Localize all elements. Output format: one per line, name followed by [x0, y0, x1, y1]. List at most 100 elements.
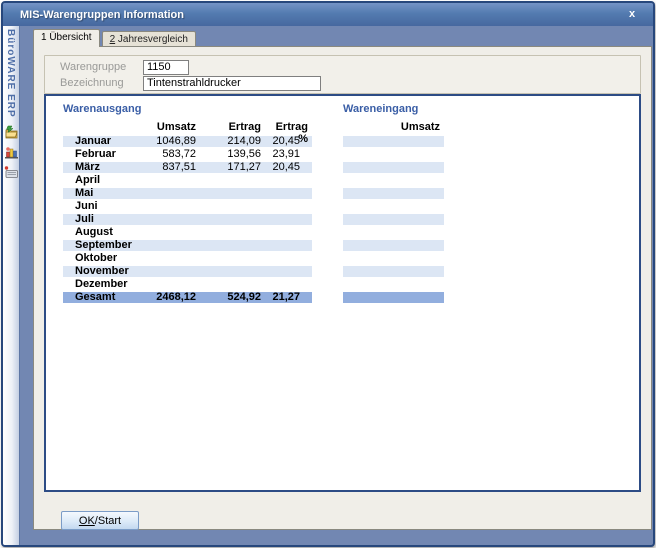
form-row-bezeichnung: Bezeichnung — [60, 75, 321, 91]
cell-umsatz — [135, 253, 198, 264]
wareneingang-row — [343, 149, 444, 160]
cell-umsatz: 2468,12 — [135, 292, 198, 303]
cell-umsatz: 583,72 — [135, 149, 198, 160]
close-icon[interactable]: x — [624, 6, 640, 22]
cell-ertrag_pct: 23,91 — [263, 149, 312, 160]
cell-month: Oktober — [63, 253, 135, 264]
warenausgang-header: Umsatz Ertrag Ertrag % — [63, 121, 312, 135]
wareneingang-row — [343, 214, 444, 225]
cell-ertrag — [198, 253, 263, 264]
warengruppe-input[interactable] — [143, 60, 189, 75]
cell-ertrag_pct — [263, 201, 312, 212]
table-row: September — [63, 240, 312, 251]
ok-rest: /Start — [95, 515, 121, 527]
wareneingang-section: Wareneingang Umsatz — [343, 103, 444, 305]
cell-umsatz — [135, 279, 198, 290]
ok-start-button[interactable]: OK/Start — [61, 511, 139, 530]
sidebar-toolbar — [3, 125, 19, 180]
table-row: April — [63, 175, 312, 186]
wareneingang-row — [343, 201, 444, 212]
cell-umsatz: 1046,89 — [135, 136, 198, 147]
chart-icon[interactable] — [4, 145, 19, 160]
app-window: MIS-Warengruppen Information x BüroWARE … — [1, 1, 655, 547]
table-row: Juni — [63, 201, 312, 212]
cell-ertrag — [198, 201, 263, 212]
cell-month: Juni — [63, 201, 135, 212]
window-title: MIS-Warengruppen Information — [3, 9, 184, 21]
cell-month: Dezember — [63, 279, 135, 290]
tab-uebersicht[interactable]: 1 Übersicht — [33, 29, 100, 47]
wareneingang-row — [343, 266, 444, 277]
cell-ertrag_pct — [263, 253, 312, 264]
cell-month: Februar — [63, 149, 135, 160]
form-row-warengruppe: Warengruppe — [60, 59, 189, 75]
table-row: Juli — [63, 214, 312, 225]
tab-jahresvergleich[interactable]: 2 Jahresvergleich — [102, 31, 196, 47]
bezeichnung-input[interactable] — [143, 76, 321, 91]
wareneingang-row — [343, 253, 444, 264]
tab-uebersicht-label: 1 Übersicht — [41, 32, 92, 43]
bezeichnung-label: Bezeichnung — [60, 77, 143, 89]
cell-umsatz: 837,51 — [135, 162, 198, 173]
wareneingang-row — [343, 188, 444, 199]
wareneingang-title: Wareneingang — [343, 103, 444, 115]
folder-import-icon[interactable] — [4, 125, 19, 140]
table-row: Februar583,72139,5623,91 — [63, 149, 312, 160]
cell-umsatz — [135, 214, 198, 225]
tab-jahresvergleich-label: Jahresvergleich — [115, 34, 188, 45]
wareneingang-row — [343, 175, 444, 186]
cell-month: Mai — [63, 188, 135, 199]
title-bar: MIS-Warengruppen Information x — [3, 3, 653, 26]
warengruppe-label: Warengruppe — [60, 61, 143, 73]
table-row: Januar1046,89214,0920,45 — [63, 136, 312, 147]
cell-umsatz — [135, 266, 198, 277]
cell-ertrag_pct: 20,45 — [263, 162, 312, 173]
cell-month: Gesamt — [63, 292, 135, 303]
warenausgang-section: Warenausgang Umsatz Ertrag Ertrag % Janu… — [63, 103, 312, 305]
brand-label: BüroWARE ERP — [5, 29, 16, 118]
form-groupbox: Warengruppe Bezeichnung — [44, 55, 641, 94]
printer-icon[interactable] — [4, 165, 19, 180]
cell-ertrag_pct — [263, 240, 312, 251]
table-row: August — [63, 227, 312, 238]
cell-ertrag — [198, 214, 263, 225]
cell-ertrag_pct — [263, 175, 312, 186]
wareneingang-row — [343, 227, 444, 238]
cell-ertrag_pct — [263, 266, 312, 277]
cell-ertrag — [198, 266, 263, 277]
cell-umsatz — [135, 201, 198, 212]
cell-month: April — [63, 175, 135, 186]
left-sidebar: BüroWARE ERP — [3, 26, 20, 545]
cell-month: März — [63, 162, 135, 173]
warenausgang-rows: Januar1046,89214,0920,45Februar583,72139… — [63, 136, 312, 303]
warenausgang-title: Warenausgang — [63, 103, 312, 115]
cell-ertrag_pct: 21,27 — [263, 292, 312, 303]
cell-ertrag — [198, 279, 263, 290]
wareneingang-row — [343, 240, 444, 251]
cell-month: August — [63, 227, 135, 238]
cell-ertrag: 214,09 — [198, 136, 263, 147]
cell-month: Januar — [63, 136, 135, 147]
table-row: Gesamt2468,12524,9221,27 — [63, 292, 312, 303]
cell-ertrag — [198, 188, 263, 199]
cell-month: November — [63, 266, 135, 277]
ok-accel: OK — [79, 515, 95, 527]
table-row: Mai — [63, 188, 312, 199]
screen: MIS-Warengruppen Information x BüroWARE … — [0, 0, 656, 548]
cell-umsatz — [135, 240, 198, 251]
table-row: Dezember — [63, 279, 312, 290]
wareneingang-row — [343, 279, 444, 290]
table-row: November — [63, 266, 312, 277]
cell-ertrag_pct: 20,45 — [263, 136, 312, 147]
cell-ertrag_pct — [263, 214, 312, 225]
table-row: März837,51171,2720,45 — [63, 162, 312, 173]
cell-umsatz — [135, 188, 198, 199]
cell-umsatz — [135, 227, 198, 238]
wareneingang-row — [343, 292, 444, 303]
cell-ertrag: 524,92 — [198, 292, 263, 303]
wareneingang-rows — [343, 136, 444, 303]
tab-strip: 1 Übersicht 2 Jahresvergleich — [33, 30, 196, 47]
cell-month: September — [63, 240, 135, 251]
wareneingang-row — [343, 162, 444, 173]
wareneingang-umsatz-header: Umsatz — [343, 121, 444, 135]
